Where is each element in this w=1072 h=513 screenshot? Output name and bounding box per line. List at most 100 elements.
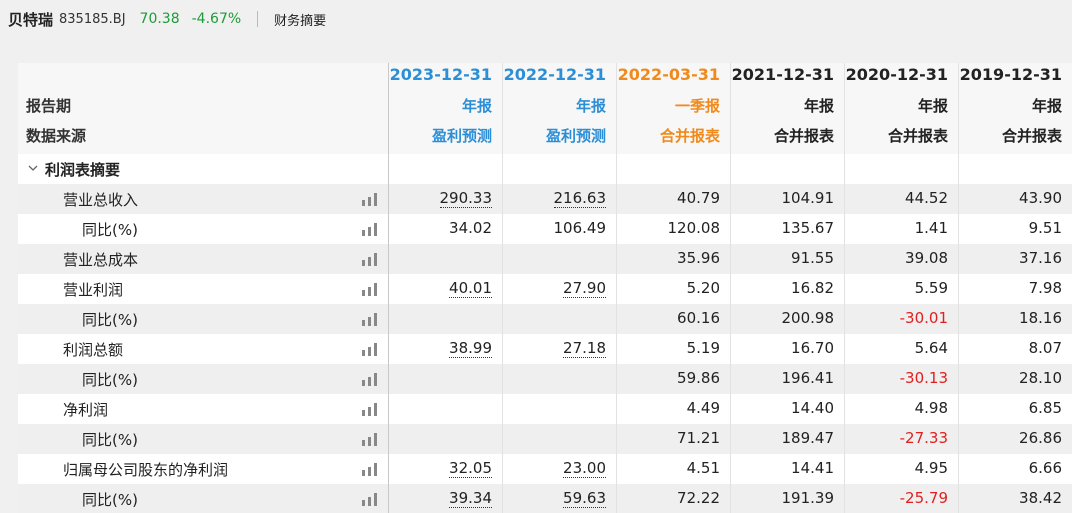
bar-chart-icon[interactable] xyxy=(361,343,379,356)
column-source: 合并报表 xyxy=(1001,127,1062,145)
bar-chart-icon[interactable] xyxy=(361,433,379,446)
table-cell: 38.42 xyxy=(958,489,1062,507)
cell-value: 14.41 xyxy=(791,459,834,477)
table-cell: 104.91 xyxy=(730,189,835,207)
table-cell: 8.07 xyxy=(958,339,1062,357)
group-label: 利润表摘要 xyxy=(45,161,121,179)
cell-value: 4.95 xyxy=(914,459,948,477)
cell-value: 40.01 xyxy=(449,279,492,298)
row-label: 同比(%) xyxy=(82,221,138,239)
bar-chart-icon[interactable] xyxy=(361,283,379,296)
bar-chart-icon[interactable] xyxy=(361,403,379,416)
row-label: 营业总成本 xyxy=(63,251,139,269)
cell-value: 200.98 xyxy=(781,309,835,327)
column-date: 2022-03-31 xyxy=(617,65,720,84)
cell-value: 59.63 xyxy=(563,489,606,508)
table-cell: 14.41 xyxy=(730,459,834,477)
column-type: 年报 xyxy=(917,97,948,115)
column-header[interactable]: 2022-03-31 一季报 合并报表 xyxy=(616,63,730,154)
cell-value: 135.67 xyxy=(781,219,835,237)
cell-value: -30.13 xyxy=(899,369,948,387)
table-cell: 135.67 xyxy=(730,219,835,237)
bar-chart-icon[interactable] xyxy=(361,223,379,236)
table-row[interactable]: 同比(%) 71.21 189.47 -27.33 26.86 xyxy=(18,424,1072,454)
cell-value: 4.49 xyxy=(686,399,720,417)
table-row[interactable]: 归属母公司股东的净利润 32.05 23.00 4.51 14.41 4.95 6.66 xyxy=(18,454,1072,484)
cell-value: -30.01 xyxy=(899,309,948,327)
table-row[interactable]: 净利润 4.49 14.40 4.98 6.85 xyxy=(18,394,1072,424)
table-cell: 4.49 xyxy=(616,399,720,417)
table-cell: 27.18 xyxy=(502,339,606,358)
table-cell: 196.41 xyxy=(730,369,835,387)
bar-chart-icon[interactable] xyxy=(361,463,379,476)
bar-chart-icon[interactable] xyxy=(361,313,379,326)
cell-value: 196.41 xyxy=(781,369,835,387)
column-header[interactable]: 2019-12-31 年报 合并报表 xyxy=(958,63,1072,154)
table-cell: 40.01 xyxy=(388,279,492,298)
table-row[interactable]: 同比(%) 59.86 196.41 -30.13 28.10 xyxy=(18,364,1072,394)
row-label: 净利润 xyxy=(63,401,109,419)
table-row[interactable]: 营业总收入 290.33 216.63 40.79 104.91 44.52 43.90 xyxy=(18,184,1072,214)
cell-value: -27.33 xyxy=(899,429,948,447)
cell-value: 5.20 xyxy=(686,279,720,297)
financial-summary-table: 报告期 数据来源 利润表摘要 营业总收入 290.33 216.63 40.79 104.… xyxy=(18,63,1072,513)
column-header[interactable]: 2022-12-31 年报 盈利预测 xyxy=(502,63,616,154)
column-divider xyxy=(958,63,959,513)
cell-value: 32.05 xyxy=(449,459,492,478)
cell-value: 106.49 xyxy=(553,219,607,237)
period-label: 报告期 xyxy=(26,97,72,115)
column-divider xyxy=(844,63,845,513)
table-cell: -27.33 xyxy=(844,429,948,447)
cell-value: 71.21 xyxy=(677,429,720,447)
bar-chart-icon[interactable] xyxy=(361,493,379,506)
cell-value: 14.40 xyxy=(791,399,834,417)
stock-price: 70.38 xyxy=(139,11,180,27)
table-cell: -30.13 xyxy=(844,369,948,387)
cell-value: 6.66 xyxy=(1028,459,1062,477)
column-header[interactable]: 2023-12-31 年报 盈利预测 xyxy=(388,63,502,154)
cell-value: 9.51 xyxy=(1028,219,1062,237)
column-divider xyxy=(730,63,731,513)
table-row[interactable]: 营业利润 40.01 27.90 5.20 16.82 5.59 7.98 xyxy=(18,274,1072,304)
cell-value: 5.64 xyxy=(914,339,948,357)
cell-value: 72.22 xyxy=(677,489,720,507)
chevron-down-icon[interactable] xyxy=(27,162,39,174)
table-row[interactable]: 利润总额 38.99 27.18 5.19 16.70 5.64 8.07 xyxy=(18,334,1072,364)
cell-value: 290.33 xyxy=(439,189,492,208)
column-source: 盈利预测 xyxy=(431,127,492,145)
column-type: 一季报 xyxy=(674,97,720,115)
table-row[interactable]: 同比(%) 39.34 59.63 72.22 191.39 -25.79 38.42 xyxy=(18,484,1072,513)
cell-value: 120.08 xyxy=(667,219,721,237)
table-cell: 60.16 xyxy=(616,309,720,327)
row-label: 营业总收入 xyxy=(63,191,139,209)
cell-value: 43.90 xyxy=(1019,189,1062,207)
table-cell: 6.85 xyxy=(958,399,1062,417)
table-row[interactable]: 同比(%) 60.16 200.98 -30.01 18.16 xyxy=(18,304,1072,334)
cell-value: 39.34 xyxy=(449,489,492,508)
column-header[interactable]: 2020-12-31 年报 合并报表 xyxy=(844,63,958,154)
column-divider xyxy=(616,63,617,513)
column-divider xyxy=(388,63,389,513)
cell-value: -25.79 xyxy=(899,489,948,507)
bar-chart-icon[interactable] xyxy=(361,253,379,266)
cell-value: 27.90 xyxy=(563,279,606,298)
table-cell: 34.02 xyxy=(388,219,492,237)
cell-value: 38.42 xyxy=(1019,489,1062,507)
table-row[interactable]: 营业总成本 35.96 91.55 39.08 37.16 xyxy=(18,244,1072,274)
table-cell: 44.52 xyxy=(844,189,948,207)
table-cell: 26.86 xyxy=(958,429,1062,447)
table-cell: 39.08 xyxy=(844,249,948,267)
column-divider xyxy=(502,63,503,513)
table-cell: 14.40 xyxy=(730,399,834,417)
top-bar: 贝特瑞 835185.BJ 70.38 -4.67% 财务摘要 xyxy=(0,0,1072,38)
group-row[interactable]: 利润表摘要 xyxy=(18,154,1072,184)
table-cell: 6.66 xyxy=(958,459,1062,477)
table-cell: 120.08 xyxy=(616,219,721,237)
column-source: 合并报表 xyxy=(887,127,948,145)
bar-chart-icon[interactable] xyxy=(361,193,379,206)
cell-value: 91.55 xyxy=(791,249,834,267)
table-row[interactable]: 同比(%) 34.02 106.49 120.08 135.67 1.41 9.51 xyxy=(18,214,1072,244)
bar-chart-icon[interactable] xyxy=(361,373,379,386)
cell-value: 34.02 xyxy=(449,219,492,237)
column-header[interactable]: 2021-12-31 年报 合并报表 xyxy=(730,63,844,154)
